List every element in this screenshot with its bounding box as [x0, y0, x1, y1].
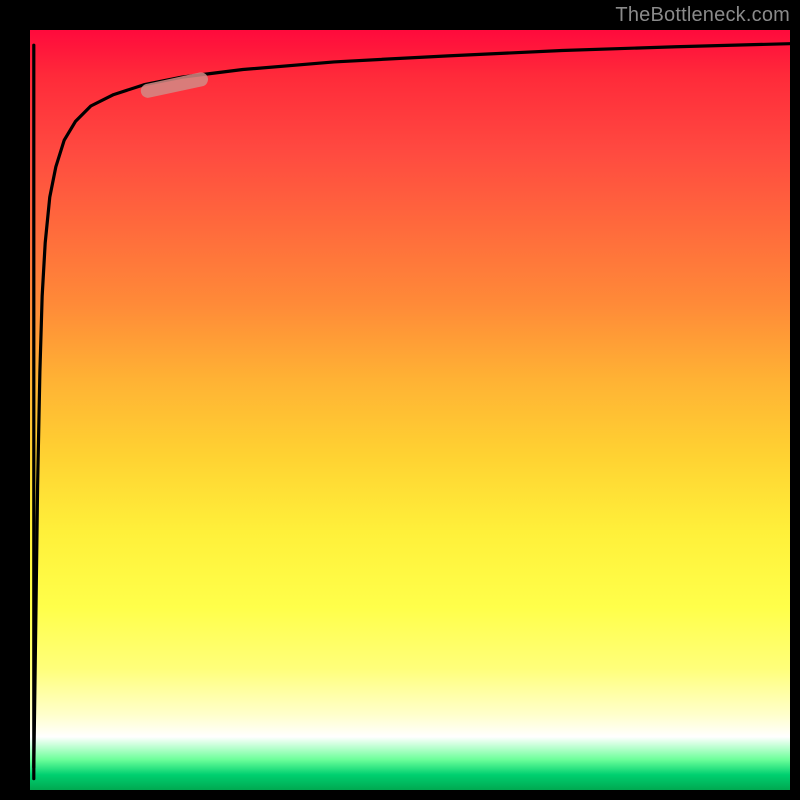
- plot-area: [30, 30, 790, 790]
- curve-layer: [30, 30, 790, 790]
- chart-stage: TheBottleneck.com: [0, 0, 800, 800]
- bottleneck-curve: [34, 44, 790, 768]
- watermark-text: TheBottleneck.com: [615, 4, 790, 27]
